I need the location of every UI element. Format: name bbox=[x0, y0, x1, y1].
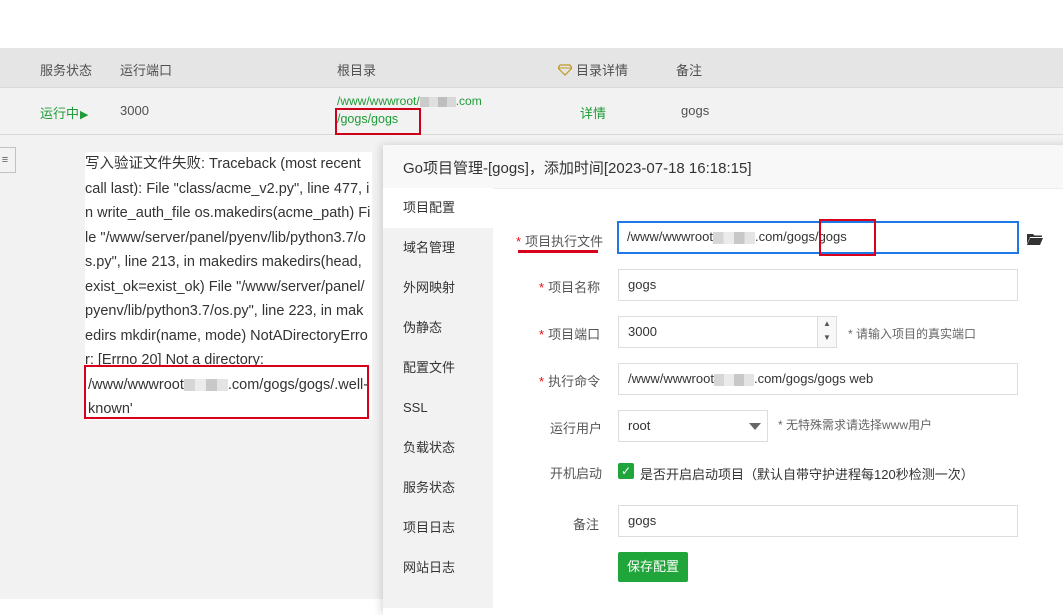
run-user-select[interactable]: root bbox=[618, 410, 768, 442]
boot-text: 是否开启启动项目（默认自带守护进程每120秒检测一次） bbox=[640, 467, 974, 482]
save-config-button[interactable]: 保存配置 bbox=[618, 552, 688, 582]
redacted-domain bbox=[713, 373, 754, 386]
check-icon: ✓ bbox=[620, 464, 632, 478]
col-status[interactable]: 服务状态 bbox=[40, 60, 92, 79]
menu-item-config-file[interactable]: 配置文件 bbox=[383, 348, 493, 388]
run-user-hint: * 无特殊需求请选择www用户 bbox=[778, 418, 933, 432]
chevron-down-icon[interactable]: ▼ bbox=[818, 331, 836, 345]
menu-item-site-log[interactable]: 网站日志 bbox=[383, 548, 493, 588]
port-stepper[interactable]: ▲ ▼ bbox=[817, 317, 836, 347]
port-hint: * 请输入项目的真实端口 bbox=[848, 327, 977, 341]
menu-item-project-log[interactable]: 项目日志 bbox=[383, 508, 493, 548]
details-link[interactable]: 详情 bbox=[580, 103, 606, 122]
menu-item-project-config[interactable]: 项目配置 bbox=[383, 188, 493, 228]
menu-item-ssl[interactable]: SSL bbox=[383, 388, 493, 428]
chevron-up-icon[interactable]: ▲ bbox=[818, 317, 836, 331]
menu-item-domain[interactable]: 域名管理 bbox=[383, 228, 493, 268]
menu-item-rewrite[interactable]: 伪静态 bbox=[383, 308, 493, 348]
col-details-label: 目录详情 bbox=[576, 63, 629, 78]
redacted-domain bbox=[712, 231, 755, 244]
pager-button[interactable]: ≡ bbox=[0, 147, 16, 173]
dialog-title-bar: Go项目管理-[gogs]，添加时间[2023-07-18 16:18:15] bbox=[383, 145, 1063, 189]
menu-item-service-status[interactable]: 服务状态 bbox=[383, 468, 493, 508]
col-port[interactable]: 运行端口 bbox=[120, 60, 172, 79]
root-path-end: .com bbox=[455, 94, 482, 108]
port-value: 3000 bbox=[120, 103, 149, 118]
status-label: 运行中 bbox=[40, 106, 80, 121]
boot-checkbox[interactable]: ✓ bbox=[618, 463, 634, 479]
root-path-line2[interactable]: /gogs/gogs bbox=[337, 112, 398, 126]
remark-input[interactable]: gogs bbox=[618, 505, 1018, 537]
status-running[interactable]: 运行中▶ bbox=[40, 103, 88, 122]
top-bar bbox=[0, 0, 1063, 49]
exec-file-underline bbox=[518, 250, 598, 253]
table-row[interactable] bbox=[0, 88, 1063, 135]
col-remark[interactable]: 备注 bbox=[676, 60, 702, 79]
remark-label: 备注 bbox=[573, 517, 600, 532]
play-icon: ▶ bbox=[80, 109, 89, 121]
col-root[interactable]: 根目录 bbox=[337, 60, 376, 79]
exec-command-label: * 执行命令 bbox=[539, 374, 601, 389]
exec-file-input[interactable]: /www/wwwroot .com/gogs/gogs bbox=[617, 221, 1019, 254]
root-path-start: /www/wwwroot/ bbox=[337, 94, 420, 108]
chevron-down-icon bbox=[749, 423, 761, 430]
menu-item-load-status[interactable]: 负载状态 bbox=[383, 428, 493, 468]
diamond-icon bbox=[557, 64, 573, 76]
dialog-title: Go项目管理-[gogs]，添加时间[2023-07-18 16:18:15] bbox=[403, 160, 752, 177]
project-port-label: * 项目端口 bbox=[539, 327, 601, 342]
folder-icon[interactable] bbox=[1027, 233, 1043, 245]
error-path: /www/wwwroot .com/gogs/gogs/.well-known' bbox=[85, 373, 371, 421]
project-name-label: * 项目名称 bbox=[539, 280, 601, 295]
project-port-input[interactable]: 3000 ▲ ▼ bbox=[618, 316, 837, 348]
col-details[interactable]: 目录详情 bbox=[557, 60, 629, 79]
error-path-start: /www/wwwroot bbox=[88, 376, 184, 393]
error-message-box: 写入验证文件失败: Traceback (most recent call la… bbox=[85, 152, 372, 420]
redacted-domain bbox=[419, 96, 456, 107]
project-name-input[interactable]: gogs bbox=[618, 269, 1018, 301]
dialog-side-menu: 项目配置 域名管理 外网映射 伪静态 配置文件 SSL 负载状态 服务状态 项目… bbox=[383, 188, 493, 608]
boot-label: 开机启动 bbox=[550, 466, 603, 481]
exec-file-label: * 项目执行文件 bbox=[516, 234, 604, 249]
go-project-dialog: Go项目管理-[gogs]，添加时间[2023-07-18 16:18:15] … bbox=[383, 145, 1063, 615]
menu-item-external-map[interactable]: 外网映射 bbox=[383, 268, 493, 308]
error-text: 写入验证文件失败: Traceback (most recent call la… bbox=[85, 156, 371, 368]
exec-command-input[interactable]: /www/wwwroot .com/gogs/gogs web bbox=[618, 363, 1018, 395]
run-user-label: 运行用户 bbox=[550, 421, 603, 436]
remark-value: gogs bbox=[681, 103, 710, 118]
root-path-line1[interactable]: /www/wwwroot/ .com bbox=[337, 94, 482, 108]
redacted-domain bbox=[183, 378, 228, 391]
